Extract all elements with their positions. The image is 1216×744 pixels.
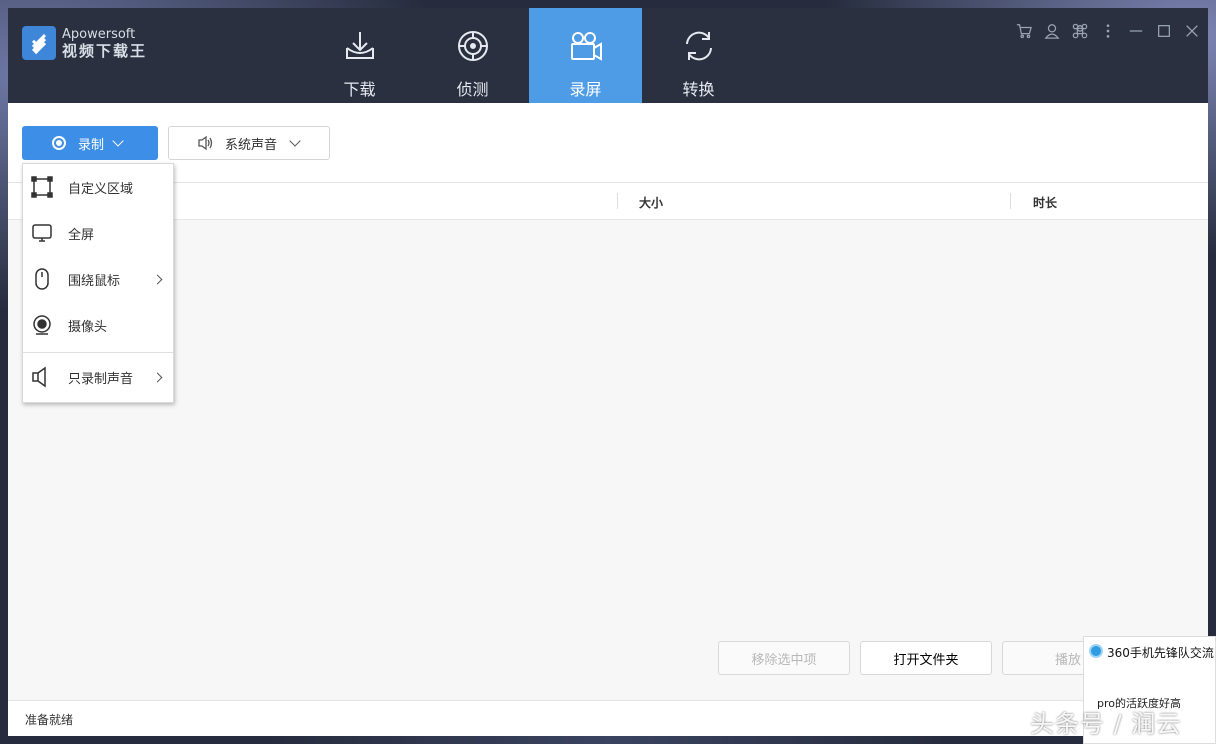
chevron-down-icon (112, 135, 124, 147)
table-header: 大小 时长 (8, 183, 1208, 220)
status-bar: 准备就绪 (8, 700, 1208, 736)
menu-item-label: 自定义区域 (68, 181, 134, 197)
toolbar: 录制 系统声音 (8, 103, 1208, 183)
recordings-list (8, 220, 1208, 700)
menu-divider (23, 352, 173, 353)
column-header-size[interactable]: 大小 (639, 194, 663, 211)
nav-tab-record-screen[interactable]: 录屏 (529, 8, 642, 103)
app-window: Apowersoft 视频下载王 下载 侦测 录屏 转换 录制 系统声音 大小 … (8, 8, 1208, 736)
command-icon[interactable] (1072, 22, 1088, 40)
nav-tab-detect[interactable]: 侦测 (416, 8, 529, 103)
user-icon[interactable] (1044, 22, 1060, 40)
more-icon[interactable] (1100, 22, 1116, 40)
nav-label: 转换 (682, 80, 715, 99)
watermark: 头条号 / 润云 (1030, 710, 1182, 738)
remove-selected-button[interactable]: 移除选中项 (718, 641, 850, 675)
record-label: 录制 (78, 137, 105, 153)
mouse-icon (35, 268, 49, 290)
cart-icon[interactable] (1016, 22, 1032, 40)
system-sound-select[interactable]: 系统声音 (168, 126, 330, 160)
close-icon[interactable] (1184, 22, 1200, 40)
maximize-icon[interactable] (1156, 22, 1172, 40)
monitor-icon (32, 224, 52, 242)
minimize-icon[interactable] (1128, 22, 1144, 40)
menu-item-label: 全屏 (68, 227, 95, 243)
download-icon (345, 32, 374, 59)
record-button[interactable]: 录制 (22, 126, 158, 160)
nav-tab-download[interactable]: 下载 (303, 8, 416, 103)
app-brand: Apowersoft (62, 26, 136, 42)
chevron-right-icon (152, 372, 163, 382)
menu-item-label: 只录制声音 (68, 371, 134, 387)
speaker-icon (32, 366, 46, 388)
webcam-icon (33, 315, 51, 335)
chevron-down-icon (289, 135, 301, 147)
nav-label: 录屏 (569, 80, 602, 99)
menu-item-label: 围绕鼠标 (68, 273, 121, 289)
app-logo: Apowersoft 视频下载王 (22, 26, 147, 60)
system-sound-label: 系统声音 (225, 137, 278, 153)
app-name: 视频下载王 (62, 41, 148, 60)
convert-icon (685, 31, 712, 61)
window-controls (1016, 22, 1200, 40)
video-camera-icon (570, 32, 602, 61)
logo-icon (22, 26, 56, 60)
column-header-duration[interactable]: 时长 (1033, 194, 1057, 211)
group-chat-icon (1089, 644, 1103, 658)
record-mode-menu: 自定义区域 全屏 围绕鼠标 摄像头 只录制声音 (22, 163, 174, 403)
column-divider (617, 193, 618, 209)
title-bar: Apowersoft 视频下载王 下载 侦测 录屏 转换 (8, 8, 1208, 103)
nav-label: 下载 (343, 80, 376, 99)
menu-item-around-mouse[interactable]: 围绕鼠标 (23, 259, 173, 299)
custom-region-icon (31, 176, 53, 198)
open-folder-button[interactable]: 打开文件夹 (860, 641, 992, 675)
menu-item-fullscreen[interactable]: 全屏 (23, 213, 173, 253)
menu-item-webcam[interactable]: 摄像头 (23, 305, 173, 345)
notification-title: 360手机先锋队交流 (1107, 646, 1214, 660)
menu-item-label: 摄像头 (68, 319, 108, 335)
nav-label: 侦测 (456, 80, 489, 99)
menu-item-audio-only[interactable]: 只录制声音 (23, 357, 173, 397)
main-nav: 下载 侦测 录屏 转换 (303, 8, 755, 103)
detect-icon (457, 31, 488, 61)
status-text: 准备就绪 (25, 713, 74, 727)
nav-tab-convert[interactable]: 转换 (642, 8, 755, 103)
menu-item-custom-region[interactable]: 自定义区域 (23, 167, 173, 207)
speaker-icon (198, 135, 213, 151)
column-divider (1010, 193, 1011, 209)
chevron-right-icon (152, 274, 163, 284)
record-icon (52, 136, 66, 150)
